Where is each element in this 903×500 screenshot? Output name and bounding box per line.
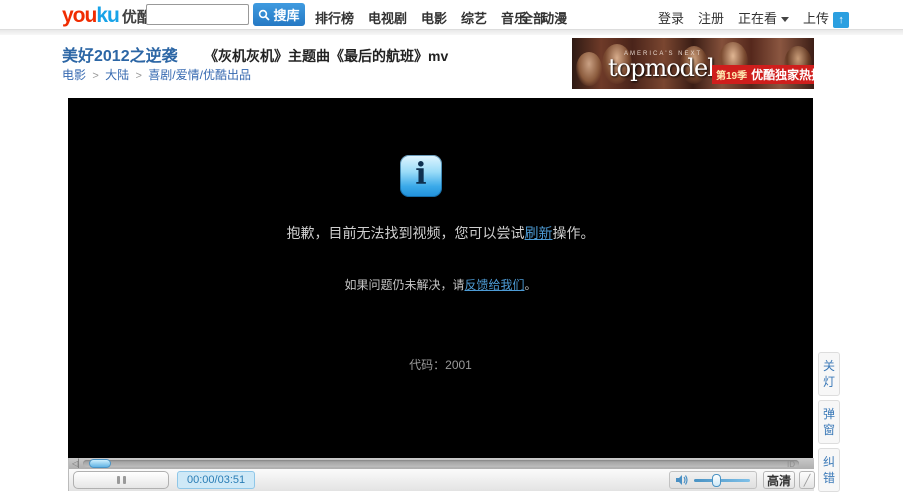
chevron-down-icon	[781, 17, 789, 22]
hd-label: 高清	[767, 472, 791, 489]
popup-player-button[interactable]: 弹窗	[818, 400, 840, 444]
breadcrumb-separator: >	[136, 70, 142, 82]
pause-icon	[123, 476, 126, 484]
title-row: 美好2012之逆袭 《灰机灰机》主题曲《最后的航班》mv	[62, 42, 448, 66]
nav-movie[interactable]: 电影	[421, 8, 447, 27]
lights-off-button[interactable]: 关灯	[818, 352, 840, 396]
adjust-button[interactable]: ╱	[799, 471, 815, 489]
error-text: 操作。	[553, 225, 595, 241]
breadcrumb-genre[interactable]: 喜剧/爱情/优酷出品	[148, 68, 251, 82]
pause-icon	[117, 476, 120, 484]
header-bar: youku优酷 搜库 排行榜 电视剧 电影 综艺 音乐 动漫 全部 登录 注册 …	[0, 0, 903, 29]
error-message: 抱歉，目前无法找到视频，您可以尝试刷新操作。	[68, 223, 813, 243]
error-feedback-line: 如果问题仍未解决，请反馈给我们。	[68, 276, 813, 293]
search-icon	[258, 9, 270, 21]
watching-menu[interactable]: 正在看	[738, 8, 789, 27]
time-display: 00:00/03:51	[177, 471, 255, 489]
volume-icon[interactable]	[675, 474, 689, 486]
login-link[interactable]: 登录	[658, 8, 684, 27]
ad-brand-text: topmodel	[608, 54, 714, 82]
upload-icon: ↑	[833, 12, 849, 28]
nav-rank[interactable]: 排行榜	[315, 8, 354, 27]
error-text: 抱歉，目前无法找到视频，您可以尝试	[287, 225, 525, 241]
logo-you: you	[62, 4, 96, 27]
breadcrumb-movie[interactable]: 电影	[62, 68, 86, 82]
search-button[interactable]: 搜库	[253, 3, 305, 26]
refresh-link[interactable]: 刷新	[525, 225, 553, 241]
ad-promo: 优酷独家热播	[751, 66, 814, 83]
seek-bar[interactable]: ID	[83, 460, 799, 467]
skip-back-icon[interactable]: ◁▏	[72, 459, 82, 468]
nav-tv[interactable]: 电视剧	[368, 8, 407, 27]
youku-logo[interactable]: youku优酷	[62, 4, 152, 28]
header-divider	[0, 29, 903, 35]
logo-ku: ku	[96, 4, 119, 27]
video-player: i 抱歉，目前无法找到视频，您可以尝试刷新操作。 如果问题仍未解决，请反馈给我们…	[68, 98, 813, 458]
watching-label: 正在看	[738, 11, 777, 26]
error-text: 如果问题仍未解决，请	[344, 278, 464, 292]
ad-season: 第19季	[716, 67, 747, 82]
seek-end-marker: ID	[787, 460, 795, 469]
ad-banner[interactable]: AMERICA'S NEXT topmodel 第19季 优酷独家热播	[572, 38, 814, 89]
hd-button[interactable]: 高清	[763, 471, 795, 489]
video-subtitle: 《灰机灰机》主题曲《最后的航班》mv	[204, 48, 448, 64]
feedback-link[interactable]: 反馈给我们	[464, 278, 524, 292]
nav-all[interactable]: 全部	[520, 8, 546, 27]
seek-strip: ◁▏ ID	[69, 458, 814, 469]
volume-control	[669, 471, 757, 489]
info-icon-glyph: i	[415, 160, 426, 190]
player-controls: ◁▏ ID 00:00/03:51	[68, 458, 813, 491]
error-text: 。	[525, 278, 537, 292]
seek-thumb[interactable]	[89, 459, 111, 468]
pause-button[interactable]	[73, 471, 169, 489]
register-link[interactable]: 注册	[698, 8, 724, 27]
user-area: 登录 注册 正在看 上传 ↑	[658, 8, 863, 28]
ad-face	[576, 52, 602, 86]
upload-link[interactable]: 上传 ↑	[803, 8, 849, 28]
breadcrumb: 电影 > 大陆 > 喜剧/爱情/优酷出品	[62, 66, 251, 83]
page-title: 美好2012之逆袭	[62, 48, 178, 65]
volume-knob[interactable]	[712, 474, 721, 487]
volume-slider[interactable]	[694, 479, 750, 482]
breadcrumb-mainland[interactable]: 大陆	[105, 68, 129, 82]
page: youku优酷 搜库 排行榜 电视剧 电影 综艺 音乐 动漫 全部 登录 注册 …	[0, 0, 903, 500]
upload-label: 上传	[803, 11, 829, 26]
report-error-button[interactable]: 纠错	[818, 448, 840, 492]
adjust-icon: ╱	[804, 474, 811, 487]
control-button-row: 00:00/03:51 高清 ╱	[69, 469, 814, 491]
error-code: 代码：2001	[68, 356, 813, 373]
nav-variety[interactable]: 综艺	[461, 8, 487, 27]
info-icon: i	[400, 155, 442, 197]
search-button-label: 搜库	[273, 5, 299, 24]
breadcrumb-separator: >	[92, 70, 98, 82]
ad-promo-band: 第19季 优酷独家热播	[712, 65, 814, 84]
search-input[interactable]	[146, 4, 249, 25]
